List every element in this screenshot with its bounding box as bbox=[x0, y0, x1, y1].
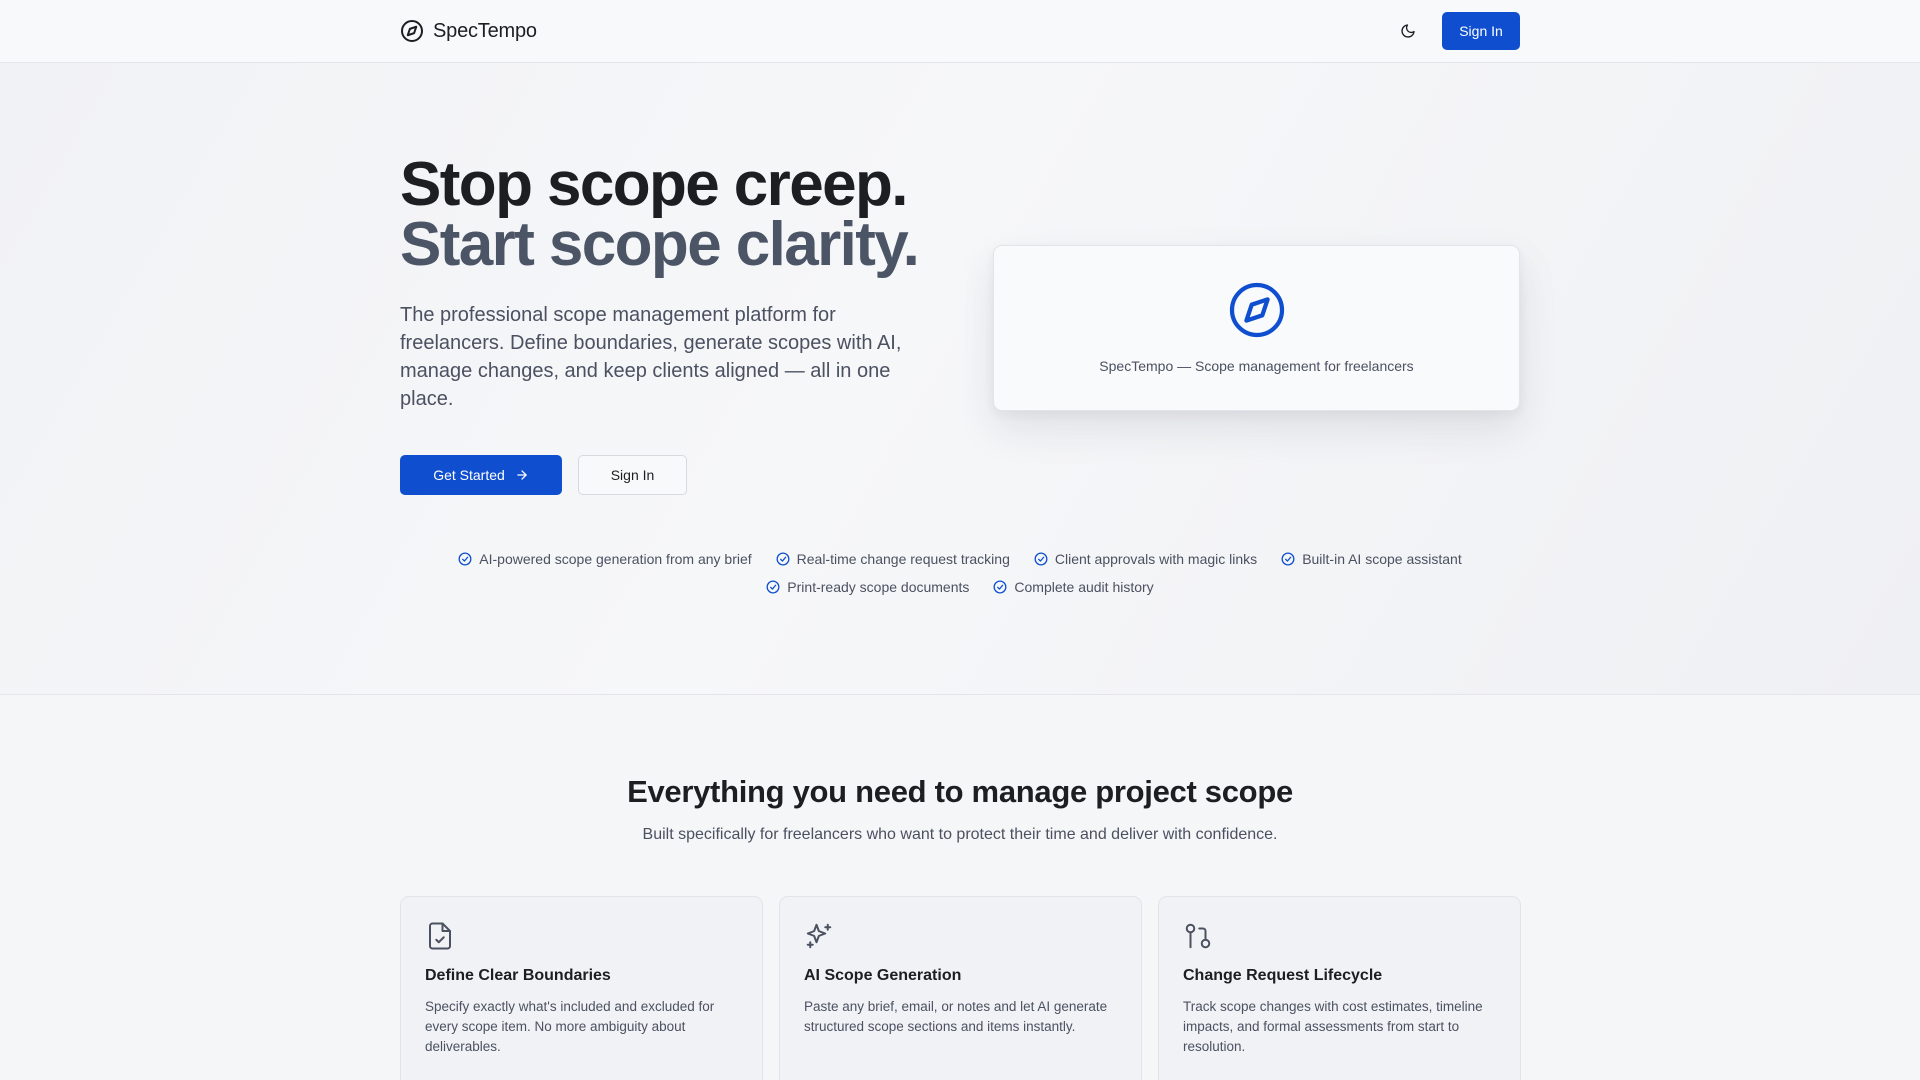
feature-card-description: Paste any brief, email, or notes and let… bbox=[804, 999, 1108, 1034]
feature-card: Change Request Lifecycle Track scope cha… bbox=[1158, 896, 1521, 1080]
sparkles-icon bbox=[806, 923, 832, 949]
file-check-icon bbox=[429, 922, 451, 950]
hero-description: The professional scope management platfo… bbox=[400, 304, 902, 410]
section-title: Everything you need to manage project sc… bbox=[627, 774, 1293, 809]
feature-item: Built-in AI scope assistant bbox=[1281, 550, 1462, 568]
feature-item: AI-powered scope generation from any bri… bbox=[458, 550, 752, 568]
get-started-label: Get Started bbox=[433, 467, 505, 483]
brand[interactable]: SpecTempo bbox=[400, 19, 537, 43]
feature-card: Define Clear Boundaries Specify exactly … bbox=[400, 896, 763, 1080]
hero-title: Stop scope creep. Start scope clarity. bbox=[400, 150, 920, 279]
check-circle-icon bbox=[458, 552, 472, 566]
feature-card-description: Specify exactly what's included and excl… bbox=[425, 999, 715, 1054]
preview-caption: SpecTempo — Scope management for freelan… bbox=[1099, 358, 1414, 374]
hero-section: Stop scope creep. Start scope clarity. T… bbox=[0, 63, 1920, 695]
hero-actions: Get Started Sign In bbox=[400, 455, 687, 495]
feature-item: Print-ready scope documents bbox=[766, 578, 969, 596]
feature-label: Real-time change request tracking bbox=[796, 551, 1010, 567]
hero-title-line-1: Stop scope creep. bbox=[400, 150, 908, 219]
feature-list: AI-powered scope generation from any bri… bbox=[400, 550, 1520, 596]
feature-label: Client approvals with magic links bbox=[1054, 551, 1258, 567]
feature-label: Complete audit history bbox=[1014, 579, 1154, 595]
product-preview-card: SpecTempo — Scope management for freelan… bbox=[993, 245, 1520, 411]
theme-toggle-button[interactable] bbox=[1390, 13, 1426, 49]
top-nav-inner: SpecTempo Sign In bbox=[400, 0, 1520, 62]
hero-title-line-2: Start scope clarity. bbox=[400, 210, 920, 279]
feature-item: Client approvals with magic links bbox=[1034, 550, 1257, 568]
get-started-button[interactable]: Get Started bbox=[400, 455, 562, 495]
feature-card: AI Scope Generation Paste any brief, ema… bbox=[779, 896, 1142, 1080]
arrow-right-icon bbox=[517, 470, 527, 480]
feature-card-description: Track scope changes with cost estimates,… bbox=[1183, 999, 1483, 1054]
feature-card-title: AI Scope Generation bbox=[804, 967, 962, 984]
hero-sign-in-button[interactable]: Sign In bbox=[578, 455, 687, 495]
header-actions: Sign In bbox=[1390, 12, 1520, 50]
moon-icon bbox=[1401, 24, 1415, 38]
feature-card-title: Change Request Lifecycle bbox=[1183, 967, 1383, 984]
compass-icon bbox=[1229, 282, 1284, 338]
check-circle-icon bbox=[1281, 552, 1295, 566]
check-circle-icon bbox=[766, 580, 780, 594]
header-sign-in-button[interactable]: Sign In bbox=[1442, 12, 1520, 50]
feature-label: AI-powered scope generation from any bri… bbox=[479, 551, 752, 567]
feature-item: Complete audit history bbox=[993, 578, 1154, 596]
check-circle-icon bbox=[993, 580, 1007, 594]
feature-label: Print-ready scope documents bbox=[787, 579, 970, 595]
check-circle-icon bbox=[1034, 552, 1048, 566]
check-circle-icon bbox=[776, 552, 790, 566]
compass-icon bbox=[401, 20, 423, 42]
feature-cards: Define Clear Boundaries Specify exactly … bbox=[400, 896, 1521, 1080]
section-subtitle: Built specifically for freelancers who w… bbox=[642, 826, 1278, 843]
feature-label: Built-in AI scope assistant bbox=[1302, 551, 1462, 567]
git-pull-request-icon bbox=[1185, 923, 1211, 949]
top-nav: SpecTempo Sign In bbox=[0, 0, 1920, 63]
brand-name: SpecTempo bbox=[433, 19, 537, 42]
feature-item: Real-time change request tracking bbox=[776, 550, 1010, 568]
feature-card-title: Define Clear Boundaries bbox=[425, 967, 611, 984]
